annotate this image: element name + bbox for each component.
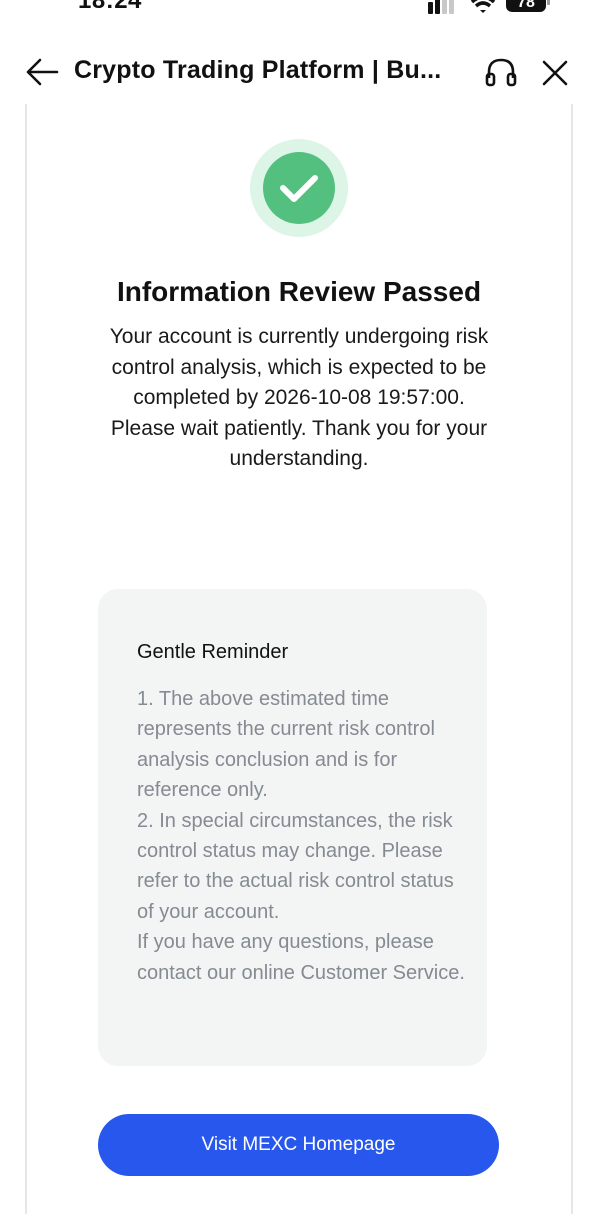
headset-icon (485, 58, 517, 87)
nav-bar: Crypto Trading Platform | Bu... (0, 40, 598, 104)
reminder-card: Gentle Reminder 1. The above estimated t… (98, 589, 487, 1066)
reminder-contact: If you have any questions, please contac… (137, 931, 465, 984)
reminder-text: 1. The above estimated time represents t… (137, 684, 467, 988)
status-bar: 18:24 78 (0, 0, 598, 16)
status-icons: 78 (428, 0, 550, 14)
reminder-point-2: 2. In special circumstances, the risk co… (137, 809, 454, 923)
status-time: 18:24 (78, 0, 142, 14)
visit-homepage-button[interactable]: Visit MEXC Homepage (98, 1114, 499, 1176)
review-status-description: Your account is currently undergoing ris… (94, 322, 504, 475)
reminder-title: Gentle Reminder (137, 641, 289, 663)
review-status-title: Information Review Passed (116, 276, 482, 307)
review-body-text: Your account is currently undergoing ris… (109, 325, 489, 410)
signal-icon (428, 0, 454, 14)
close-button[interactable] (534, 52, 576, 94)
reminder-point-1: 1. The above estimated time represents t… (137, 688, 435, 802)
page-title: Crypto Trading Platform | Bu... (74, 56, 442, 84)
back-button[interactable] (22, 52, 62, 92)
battery-level: 78 (517, 0, 535, 11)
close-icon (542, 60, 568, 86)
arrow-left-icon (26, 58, 59, 86)
check-circle-icon (250, 139, 348, 237)
wifi-icon (470, 0, 496, 13)
battery-icon: 78 (506, 0, 550, 12)
customer-support-button[interactable] (480, 52, 522, 94)
review-wait-text: Please wait patiently. Thank you for you… (110, 416, 488, 471)
